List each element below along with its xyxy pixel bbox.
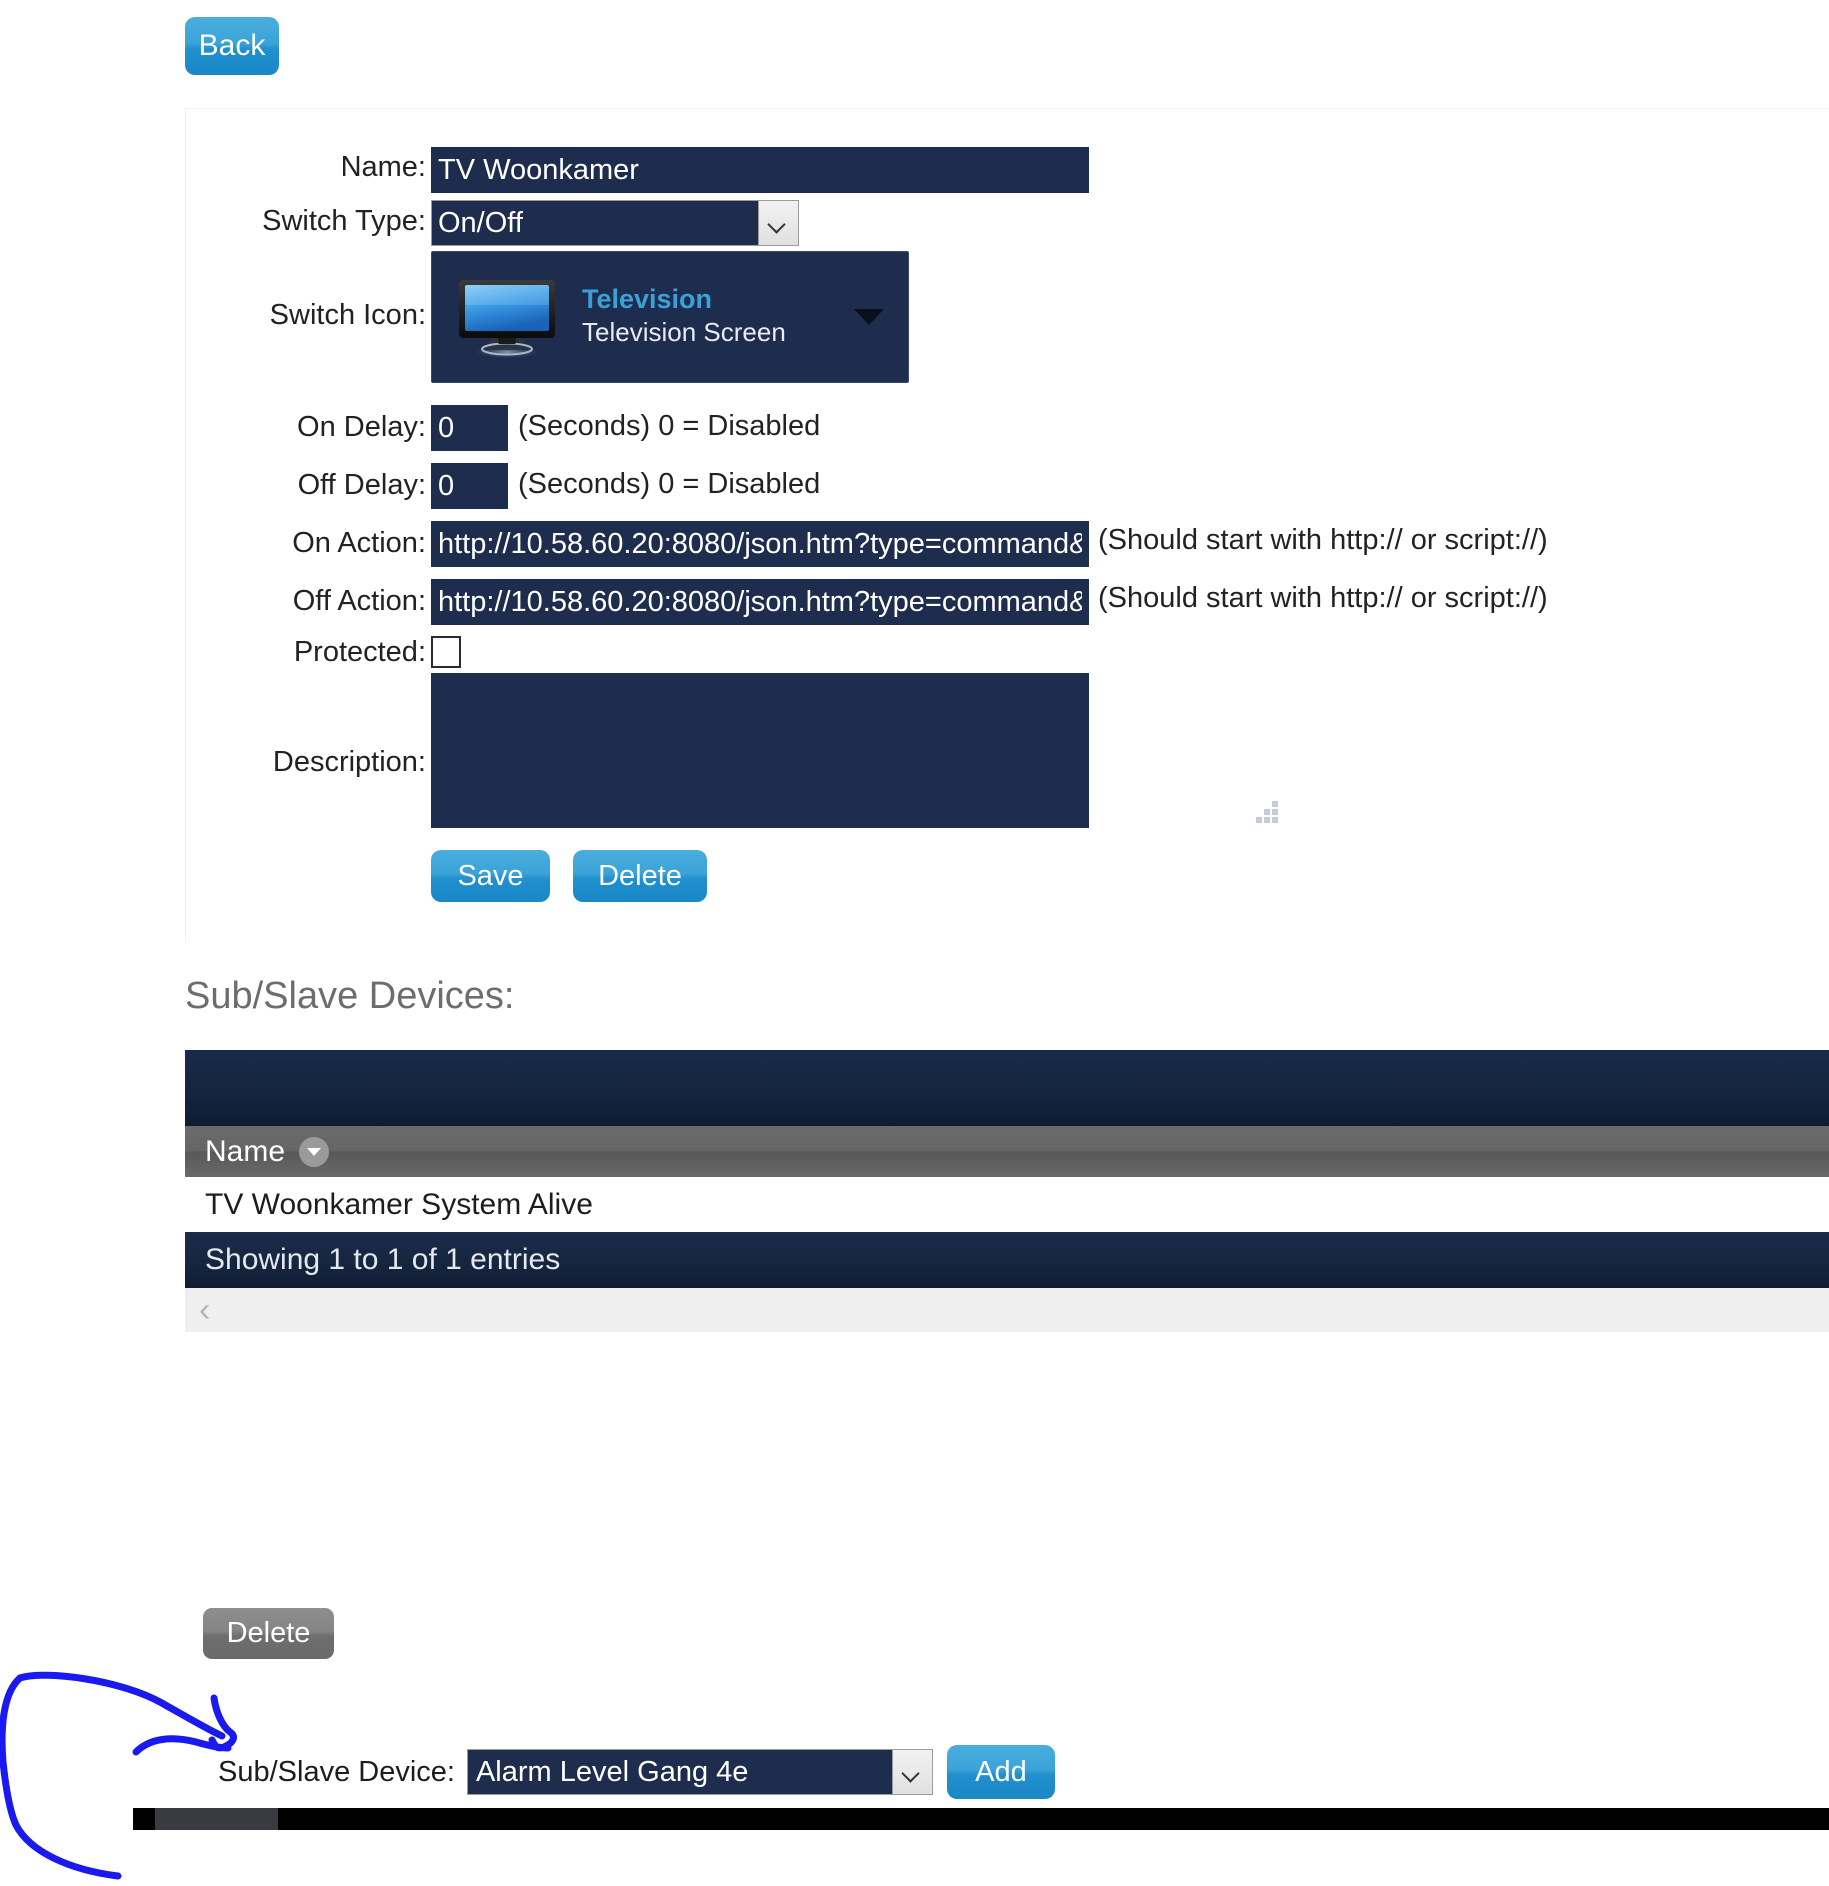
on-delay-label: On Delay: <box>297 411 426 443</box>
on-action-label: On Action: <box>292 527 426 559</box>
off-delay-input[interactable] <box>431 463 508 509</box>
switch-type-select[interactable]: On/Off <box>431 200 799 246</box>
table-row[interactable]: TV Woonkamer System Alive <box>185 1177 1829 1232</box>
on-action-input[interactable] <box>431 521 1089 567</box>
description-textarea[interactable] <box>431 673 1089 828</box>
on-action-hint: (Should start with http:// or script://) <box>1098 524 1548 556</box>
protected-checkbox[interactable] <box>431 636 461 668</box>
subslave-device-select[interactable]: Alarm Level Gang 4e <box>466 1749 933 1795</box>
add-subslave-row: Sub/Slave Device: Alarm Level Gang 4e Ad… <box>218 1745 1055 1799</box>
switch-icon-info: Television Television Screen <box>582 284 854 351</box>
television-icon <box>454 274 560 360</box>
chevron-down-icon <box>758 201 798 245</box>
caret-down-icon <box>854 309 884 325</box>
table-pagination: ‹ <box>185 1288 1829 1332</box>
column-header-name-label: Name <box>205 1134 286 1168</box>
device-edit-page: Back Name: Switch Type: On/Off Switch Ic… <box>0 0 1829 1886</box>
description-label: Description: <box>272 746 426 778</box>
horizontal-scrollbar[interactable] <box>133 1808 1829 1830</box>
chevron-down-icon <box>891 1750 932 1794</box>
switch-type-label: Switch Type: <box>262 205 426 237</box>
switch-icon-subtitle: Television Screen <box>582 317 786 348</box>
off-action-hint: (Should start with http:// or script://) <box>1098 582 1548 614</box>
switch-icon-title: Television <box>582 283 713 314</box>
off-action-label: Off Action: <box>292 585 426 617</box>
resize-grip-icon <box>1256 801 1278 823</box>
subslave-device-label: Sub/Slave Device: <box>218 1755 455 1788</box>
subslave-device-value: Alarm Level Gang 4e <box>475 1755 749 1788</box>
subslave-section-title: Sub/Slave Devices: <box>185 975 515 1017</box>
off-delay-hint: (Seconds) 0 = Disabled <box>518 468 821 500</box>
switch-type-value: On/Off <box>438 206 523 239</box>
off-delay-label: Off Delay: <box>297 469 426 501</box>
device-settings-panel: Name: Switch Type: On/Off Switch Icon: <box>185 108 1829 942</box>
subslave-table: Name TV Woonkamer System Alive Showing 1… <box>185 1050 1829 1332</box>
sort-descending-icon[interactable] <box>299 1136 330 1167</box>
table-cell-name: TV Woonkamer System Alive <box>205 1187 593 1221</box>
name-label: Name: <box>340 151 426 183</box>
delete-device-button[interactable]: Delete <box>573 850 707 902</box>
add-subslave-button[interactable]: Add <box>946 1745 1055 1799</box>
back-button[interactable]: Back <box>185 17 279 75</box>
table-header-row[interactable]: Name <box>185 1126 1829 1177</box>
protected-label: Protected: <box>293 636 426 668</box>
scrollbar-thumb[interactable] <box>155 1808 278 1830</box>
delete-subslave-button[interactable]: Delete <box>203 1608 334 1659</box>
table-info: Showing 1 to 1 of 1 entries <box>185 1232 1829 1288</box>
switch-icon-label: Switch Icon: <box>269 299 426 331</box>
on-delay-input[interactable] <box>431 405 508 451</box>
pagination-previous-button[interactable]: ‹ <box>199 1293 210 1327</box>
switch-icon-picker[interactable]: Television Television Screen <box>431 251 909 383</box>
save-button[interactable]: Save <box>431 850 550 902</box>
name-input[interactable] <box>431 147 1089 193</box>
on-delay-hint: (Seconds) 0 = Disabled <box>518 410 821 442</box>
table-toolbar <box>185 1050 1829 1126</box>
column-header-name[interactable]: Name <box>185 1134 330 1169</box>
off-action-input[interactable] <box>431 579 1089 625</box>
